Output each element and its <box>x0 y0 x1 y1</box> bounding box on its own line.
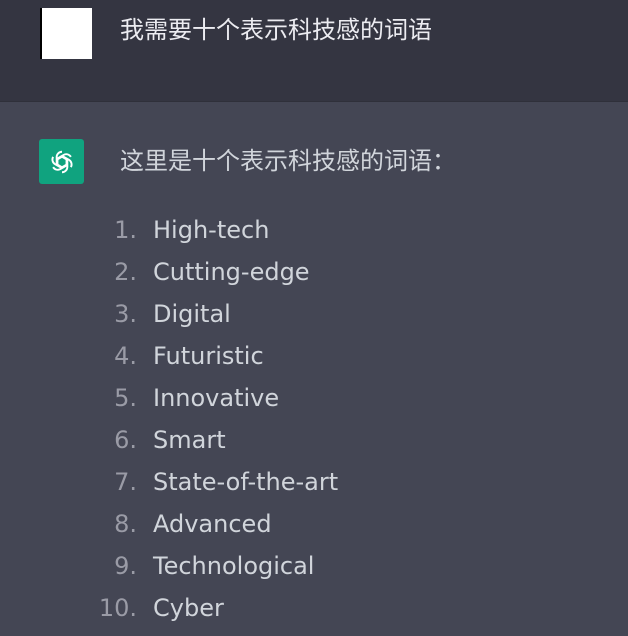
user-message-text: 我需要十个表示科技感的词语 <box>120 16 432 44</box>
assistant-intro-text: 这里是十个表示科技感的词语： <box>120 147 456 175</box>
list-item: 10. Cyber <box>0 591 628 633</box>
list-item-number: 5. <box>114 384 137 412</box>
list-item: 1. High-tech <box>0 213 628 255</box>
list-item: 7. State-of-the-art <box>0 465 628 507</box>
list-item-text: High-tech <box>153 216 270 244</box>
list-item-number: 8. <box>114 510 137 538</box>
list-item-text: Cutting-edge <box>153 258 310 286</box>
list-item-number: 9. <box>114 552 137 580</box>
list-item-number: 1. <box>114 216 137 244</box>
answer-list: 1. High-tech 2. Cutting-edge 3. Digital … <box>0 213 628 633</box>
list-item-text: Futuristic <box>153 342 264 370</box>
list-item-text: State-of-the-art <box>153 468 339 496</box>
list-item-number: 2. <box>114 258 137 286</box>
list-item-number: 4. <box>114 342 137 370</box>
list-item-text: Cyber <box>153 594 224 622</box>
user-avatar <box>40 8 92 59</box>
list-item-number: 7. <box>114 468 137 496</box>
list-item: 5. Innovative <box>0 381 628 423</box>
list-item: 3. Digital <box>0 297 628 339</box>
list-item-number: 3. <box>114 300 137 328</box>
list-item-text: Advanced <box>153 510 272 538</box>
list-item-text: Technological <box>153 552 315 580</box>
list-item: 6. Smart <box>0 423 628 465</box>
openai-logo-icon <box>50 150 73 173</box>
assistant-avatar <box>39 139 84 184</box>
list-item-number: 10. <box>98 594 137 622</box>
list-item: 9. Technological <box>0 549 628 591</box>
list-item: 8. Advanced <box>0 507 628 549</box>
list-item-text: Innovative <box>153 384 280 412</box>
list-item: 2. Cutting-edge <box>0 255 628 297</box>
list-item: 4. Futuristic <box>0 339 628 381</box>
list-item-text: Smart <box>153 426 226 454</box>
list-item-number: 6. <box>114 426 137 454</box>
assistant-message-row: 这里是十个表示科技感的词语： 1. High-tech 2. Cutting-e… <box>0 102 628 636</box>
user-message-row: 我需要十个表示科技感的词语 <box>0 0 628 102</box>
list-item-text: Digital <box>153 300 231 328</box>
